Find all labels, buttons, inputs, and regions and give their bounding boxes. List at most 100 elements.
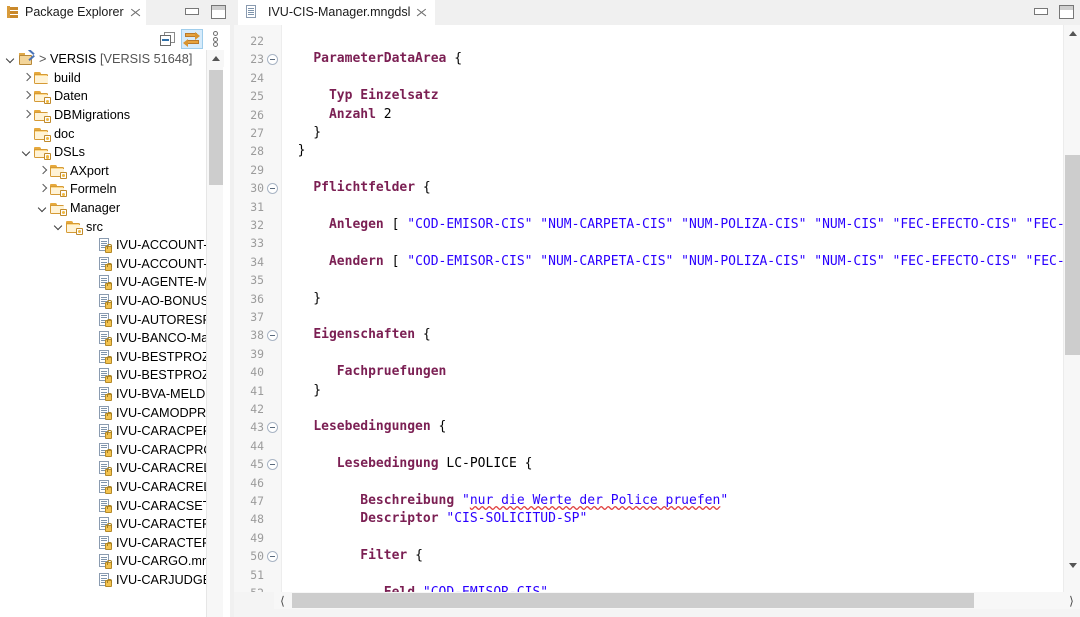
scroll-left-button[interactable]: ⟨ [274,592,291,609]
tree-item-label: IVU-BESTPROZ-M [116,368,206,383]
collapse-all-button[interactable] [157,29,179,49]
tree-item[interactable]: IVU-CAMODPRO- [0,403,206,422]
chevron-down-icon[interactable] [52,220,65,233]
scrollbar-thumb[interactable] [292,593,974,608]
tree-item[interactable]: Formeln [0,180,206,199]
tree-item[interactable]: Manager [0,199,206,218]
fold-collapse-icon[interactable] [267,53,278,65]
code-line: Typ Einzelsatz [282,87,439,105]
tree-item[interactable]: > VERSIS [VERSIS 51648] [0,50,206,69]
chevron-down-icon[interactable] [36,202,49,215]
chevron-down-icon[interactable] [4,53,17,66]
tree-item[interactable]: IVU-AGENTE-Man [0,273,206,292]
code-line: } [282,142,306,160]
tree-item[interactable]: IVU-ACCOUNT-AI [0,236,206,255]
code-line: Anlegen [ "COD-EMISOR-CIS" "NUM-CARPETA-… [282,216,1065,234]
tree-item[interactable]: IVU-CARACREL-M [0,459,206,478]
chevron-right-icon[interactable] [20,109,33,122]
minimize-icon[interactable] [184,4,199,18]
tree-item[interactable]: IVU-CARGO.mngd [0,552,206,571]
tab-ivu-cis-manager[interactable]: IVU-CIS-Manager.mngdsl [238,0,436,25]
project-tree[interactable]: > VERSIS [VERSIS 51648] build Daten DBMigra… [0,50,206,617]
code-token: { [415,327,431,343]
tree-item[interactable]: IVU-AUTORESP-M [0,310,206,329]
tree-item-label: IVU-CARJUDGE-T- [116,572,206,587]
chevron-down-icon[interactable] [20,146,33,159]
package-explorer-view: Package Explorer > VERSIS [VERSIS 51648]… [0,0,233,617]
close-icon[interactable] [416,7,427,18]
editor-horizontal-scrollbar[interactable]: ⟨ ⟩ [274,592,1080,609]
tree-item[interactable]: IVU-CARACPRO-N [0,440,206,459]
fold-collapse-icon[interactable] [267,458,278,470]
tree-item[interactable]: Daten [0,87,206,106]
code-token: Typ Einzelsatz [328,88,439,104]
code-token: } [282,382,322,398]
fold-collapse-icon[interactable] [267,421,278,433]
scroll-down-button[interactable] [1064,557,1080,574]
editor-vertical-scrollbar[interactable] [1063,25,1080,592]
code-token: "COD-EMISOR-CIS" [423,585,548,592]
code-editor[interactable]: 22 23 24 25 26 27 28 29 30 31 32 33 34 35 36 37 38 39 40 41… [234,25,1080,592]
code-token: { [407,548,423,564]
fold-collapse-icon[interactable] [267,550,278,562]
scrollbar-thumb[interactable] [209,70,223,185]
code-token: Fachpruefungen [336,364,447,380]
tree-item[interactable]: DBMigrations [0,106,206,125]
tree-item[interactable]: IVU-BANCO-Man [0,329,206,348]
eclipse-workbench: Package Explorer > VERSIS [VERSIS 51648]… [0,0,1080,617]
maximize-icon[interactable] [1058,4,1074,19]
scroll-right-button[interactable]: ⟩ [1063,592,1080,609]
tree-item[interactable]: IVU-CARACTER-M [0,515,206,534]
file-icon [98,517,113,532]
tree-item[interactable]: IVU-AO-BONUS-N [0,292,206,311]
fold-collapse-icon[interactable] [267,329,278,341]
tree-item[interactable]: IVU-BVA-MELDUN [0,385,206,404]
tree-item[interactable]: IVU-CARJUDGE-T- [0,571,206,590]
line-number: 34 [250,254,264,269]
tree-item-label: IVU-CARACREL-M [116,461,206,476]
line-number: 35 [250,273,264,288]
code-token: LC-POLICE { [438,456,533,472]
link-with-editor-button[interactable] [181,29,203,49]
tree-item[interactable]: AXport [0,162,206,181]
chevron-down-icon [1068,563,1077,568]
minimize-icon[interactable] [1033,4,1048,18]
tree-item[interactable]: IVU-ACCOUNT-M [0,255,206,274]
tree-item[interactable]: IVU-CARACSET-M [0,496,206,515]
chevron-right-icon[interactable] [20,71,33,84]
maximize-icon[interactable] [210,4,226,19]
chevron-right-icon[interactable] [36,183,49,196]
chevron-right-icon[interactable] [36,164,49,177]
scrollbar-thumb[interactable] [1065,155,1080,355]
tree-item[interactable]: doc [0,124,206,143]
tree-item[interactable]: IVU-BESTPROZ-M [0,366,206,385]
tree-item[interactable]: IVU-CARACPER-M [0,422,206,441]
view-menu-button[interactable] [205,29,227,49]
package-explorer-vertical-scrollbar[interactable] [206,50,224,617]
tab-package-explorer[interactable]: Package Explorer [0,0,146,25]
tree-item[interactable]: src [0,217,206,236]
code-token: [ [383,217,408,232]
chevron-right-icon[interactable] [20,90,33,103]
tree-item[interactable]: IVU-BESTPROZ-DE [0,348,206,367]
code-line: Feld "COD-EMISOR-CIS" [282,584,548,592]
scroll-up-button[interactable] [1064,25,1080,42]
tree-item[interactable]: IVU-CARACTER-T. [0,533,206,552]
tree-item-label: IVU-CARACTER-T. [116,535,206,550]
tree-item[interactable]: build [0,69,206,88]
tree-item[interactable]: DSLs [0,143,206,162]
fold-collapse-icon[interactable] [267,182,278,194]
source-code[interactable]: ParameterDataArea { Typ Einzelsatz Anzah… [282,25,1080,592]
scroll-up-button[interactable] [207,50,224,67]
tree-item[interactable]: IVU-CARACREL-T- [0,478,206,497]
close-icon[interactable] [130,7,141,18]
